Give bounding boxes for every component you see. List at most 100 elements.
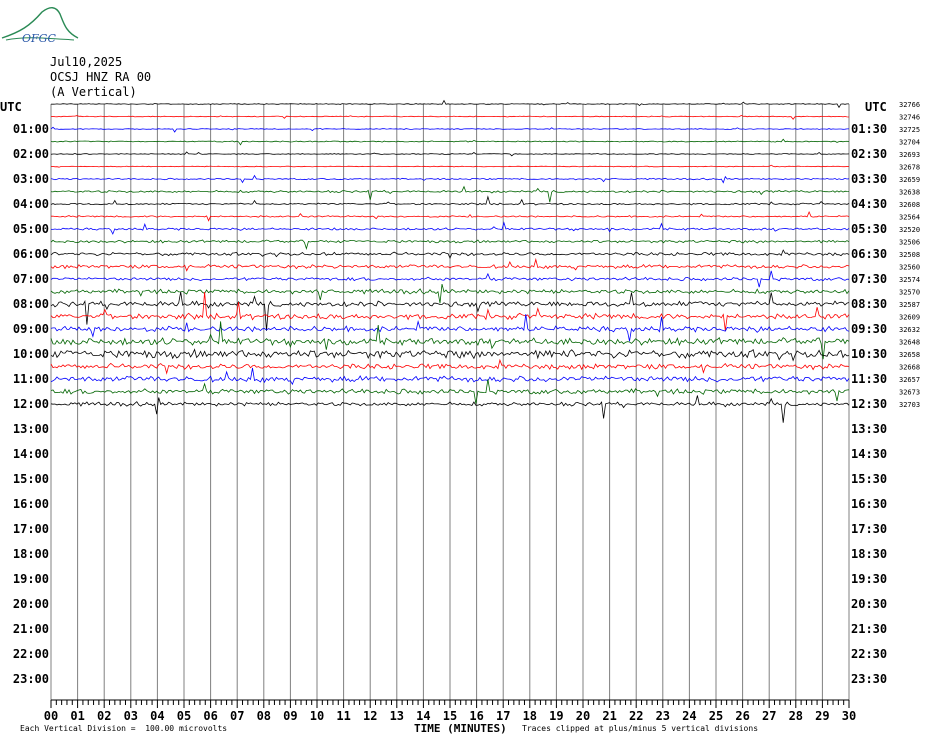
left-hour-label: 12:00: [13, 397, 49, 411]
trace-offset-label: 32564: [899, 214, 920, 222]
left-hour-label: 14:00: [13, 447, 49, 461]
right-hour-label: 14:30: [851, 447, 887, 461]
left-hour-label: 22:00: [13, 647, 49, 661]
trace-offset-label: 32693: [899, 151, 920, 159]
trace-offset-label: 32668: [899, 364, 920, 372]
trace-offset-label: 32766: [899, 101, 920, 109]
left-hour-label: 02:00: [13, 147, 49, 161]
trace-offset-label: 32704: [899, 139, 920, 147]
x-tick-label: 06: [203, 709, 217, 723]
left-hour-label: 03:00: [13, 172, 49, 186]
x-tick-label: 19: [549, 709, 563, 723]
right-hour-label: 01:30: [851, 122, 887, 136]
right-hour-label: 19:30: [851, 572, 887, 586]
trace-offset-label: 32725: [899, 126, 920, 134]
right-hour-label: 10:30: [851, 347, 887, 361]
right-hour-label: 03:30: [851, 172, 887, 186]
x-tick-label: 10: [310, 709, 324, 723]
trace-offset-label: 32678: [899, 164, 920, 172]
x-tick-label: 20: [576, 709, 590, 723]
trace-offset-label: 32746: [899, 114, 920, 122]
trace-offset-label: 32703: [899, 401, 920, 409]
x-tick-label: 17: [496, 709, 510, 723]
left-hour-label: 10:00: [13, 347, 49, 361]
trace-offset-label: 32574: [899, 276, 920, 284]
left-hour-label: 06:00: [13, 247, 49, 261]
trace-offset-label: 32673: [899, 389, 920, 397]
right-hour-label: 13:30: [851, 422, 887, 436]
right-hour-label: 09:30: [851, 322, 887, 336]
time-grid: [50, 104, 850, 708]
x-tick-label: 09: [283, 709, 297, 723]
trace-offset-label: 32638: [899, 189, 920, 197]
left-hour-label: 17:00: [13, 522, 49, 536]
trace-offset-label: 32520: [899, 226, 920, 234]
left-hour-label: 09:00: [13, 322, 49, 336]
left-hour-label: 08:00: [13, 297, 49, 311]
trace-offset-label: 32508: [899, 251, 920, 259]
x-tick-label: 04: [150, 709, 164, 723]
right-hour-label: 08:30: [851, 297, 887, 311]
trace-offset-label: 32560: [899, 264, 920, 272]
right-hour-label: 18:30: [851, 547, 887, 561]
x-tick-label: 00: [44, 709, 58, 723]
right-hour-label: 12:30: [851, 397, 887, 411]
seismogram-plot: 00 01 02 03 04 05 06 07 08 09 10 11 12 13 14 15 16 17 18 19…: [13, 99, 920, 723]
x-axis-title: TIME (MINUTES): [414, 722, 507, 735]
x-tick-label: 23: [656, 709, 670, 723]
left-hour-label: 19:00: [13, 572, 49, 586]
x-tick-label: 26: [735, 709, 749, 723]
left-hour-label: 15:00: [13, 472, 49, 486]
x-tick-label: 18: [523, 709, 537, 723]
right-hour-label: 16:30: [851, 497, 887, 511]
x-tick-label: 16: [469, 709, 483, 723]
right-hour-label: 15:30: [851, 472, 887, 486]
left-hour-label: 21:00: [13, 622, 49, 636]
trace-offset-label: 32608: [899, 201, 920, 209]
x-tick-label: 03: [124, 709, 138, 723]
left-hour-label: 23:00: [13, 672, 49, 686]
trace-offset-label: 32658: [899, 351, 920, 359]
x-tick-label: 25: [709, 709, 723, 723]
division-note: Each Vertical Division = 100.00 microvol…: [20, 724, 228, 733]
trace-offset-label: 32609: [899, 314, 920, 322]
x-tick-label: 05: [177, 709, 191, 723]
right-hour-label: 02:30: [851, 147, 887, 161]
trace-offset-label: 32657: [899, 376, 920, 384]
x-tick-label: 11: [336, 709, 350, 723]
x-tick-label: 02: [97, 709, 111, 723]
left-hour-label: 07:00: [13, 272, 49, 286]
left-hour-label: 18:00: [13, 547, 49, 561]
right-hour-label: 22:30: [851, 647, 887, 661]
left-hour-label: 01:00: [13, 122, 49, 136]
x-tick-label: 29: [815, 709, 829, 723]
x-tick-label: 01: [70, 709, 84, 723]
right-hour-label: 11:30: [851, 372, 887, 386]
x-tick-label: 08: [257, 709, 271, 723]
left-hour-label: 20:00: [13, 597, 49, 611]
trace-offset-label: 32659: [899, 176, 920, 184]
right-hour-label: 05:30: [851, 222, 887, 236]
x-tick-label: 15: [443, 709, 457, 723]
clip-note: Traces clipped at plus/minus 5 vertical …: [522, 724, 759, 733]
trace-offset-label: 32570: [899, 289, 920, 297]
x-tick-label: 27: [762, 709, 776, 723]
right-hour-label: 07:30: [851, 272, 887, 286]
right-hour-label: 04:30: [851, 197, 887, 211]
left-hour-label: 05:00: [13, 222, 49, 236]
x-tick-label: 22: [629, 709, 643, 723]
x-tick-label: 28: [789, 709, 803, 723]
x-tick-label: 07: [230, 709, 244, 723]
trace-offset-label: 32587: [899, 301, 920, 309]
right-hour-label: 21:30: [851, 622, 887, 636]
left-hour-label: 13:00: [13, 422, 49, 436]
trace-offset-label: 32648: [899, 339, 920, 347]
right-hour-label: 06:30: [851, 247, 887, 261]
right-hour-label: 17:30: [851, 522, 887, 536]
x-tick-label: 14: [416, 709, 430, 723]
left-hour-label: 16:00: [13, 497, 49, 511]
x-tick-label: 21: [602, 709, 616, 723]
left-hour-label: 11:00: [13, 372, 49, 386]
x-tick-label: 24: [682, 709, 696, 723]
trace-offset-label: 32632: [899, 326, 920, 334]
